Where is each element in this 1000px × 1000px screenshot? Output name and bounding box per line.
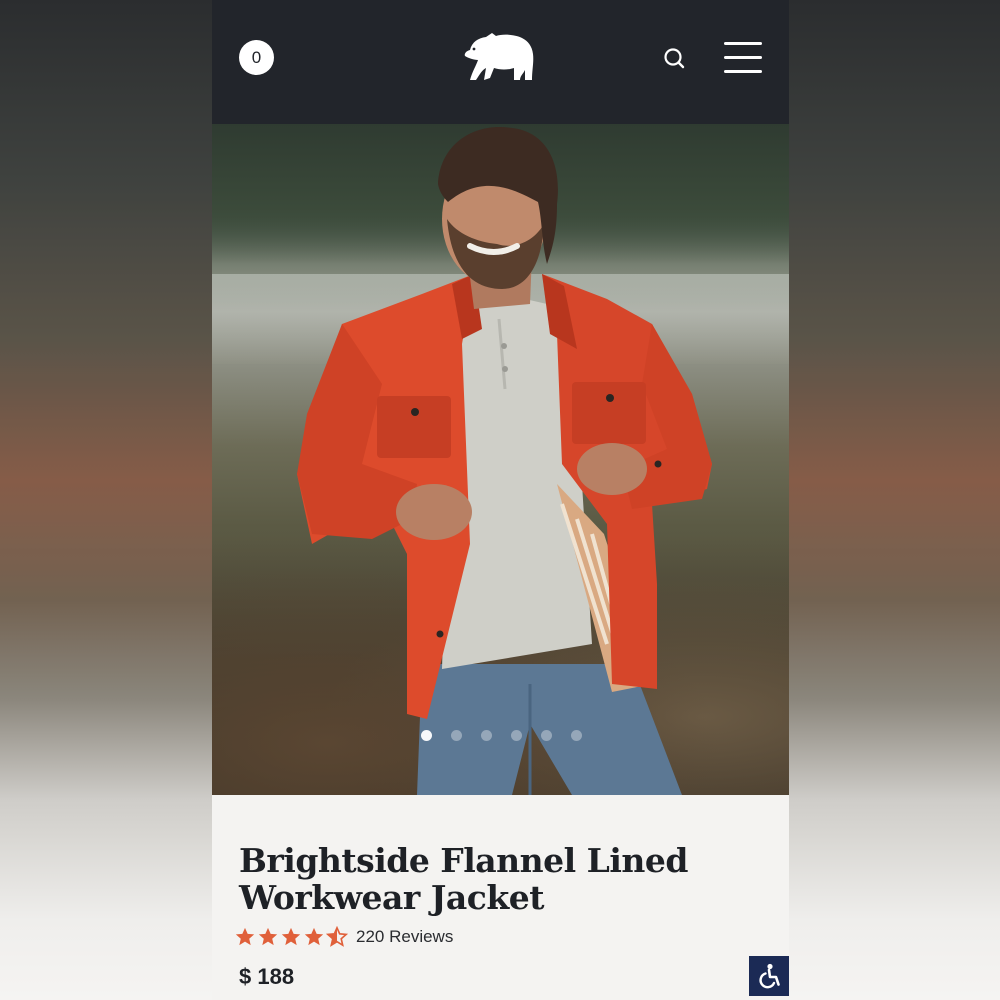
rating-stars: [234, 926, 348, 948]
product-title: Brightside Flannel Lined Workwear Jacket: [239, 842, 759, 916]
carousel-dot[interactable]: [421, 730, 432, 741]
star-full-icon: [304, 927, 324, 946]
model-wearing-jacket-image: [297, 127, 712, 795]
menu-bar: [724, 42, 762, 45]
product-price: $ 188: [239, 964, 295, 989]
cart-count: 0: [251, 47, 262, 67]
search-icon[interactable]: [662, 46, 686, 70]
star-full-icon: [281, 927, 301, 946]
mobile-product-page: 0 Brightside Flannel Lined Workwear Jack…: [212, 0, 789, 1000]
carousel-pagination: [421, 730, 582, 742]
carousel-dot[interactable]: [541, 730, 552, 741]
top-navigation-bar: 0: [212, 0, 789, 124]
wheelchair-accessibility-icon: [759, 963, 780, 989]
carousel-dot[interactable]: [451, 730, 462, 741]
hamburger-menu-icon[interactable]: [724, 42, 762, 74]
carousel-dot[interactable]: [571, 730, 582, 741]
menu-bar: [724, 70, 762, 73]
carousel-dot[interactable]: [511, 730, 522, 741]
carousel-dot[interactable]: [481, 730, 492, 741]
product-rating[interactable]: 220 Reviews: [234, 924, 453, 950]
accessibility-button[interactable]: [749, 956, 789, 996]
product-title-line-2: Workwear Jacket: [239, 878, 545, 917]
blurred-background-right: [789, 0, 1000, 1000]
product-title-line-1: Brightside Flannel Lined: [239, 841, 688, 880]
bear-logo-icon[interactable]: [462, 30, 536, 84]
star-half-icon: [326, 926, 348, 947]
cart-count-badge[interactable]: 0: [239, 40, 274, 75]
reviews-count-link[interactable]: 220 Reviews: [356, 927, 453, 947]
menu-bar: [724, 56, 762, 59]
star-full-icon: [235, 927, 255, 946]
product-image-carousel[interactable]: [212, 124, 789, 795]
star-full-icon: [258, 927, 278, 946]
blurred-background-left: [0, 0, 212, 1000]
